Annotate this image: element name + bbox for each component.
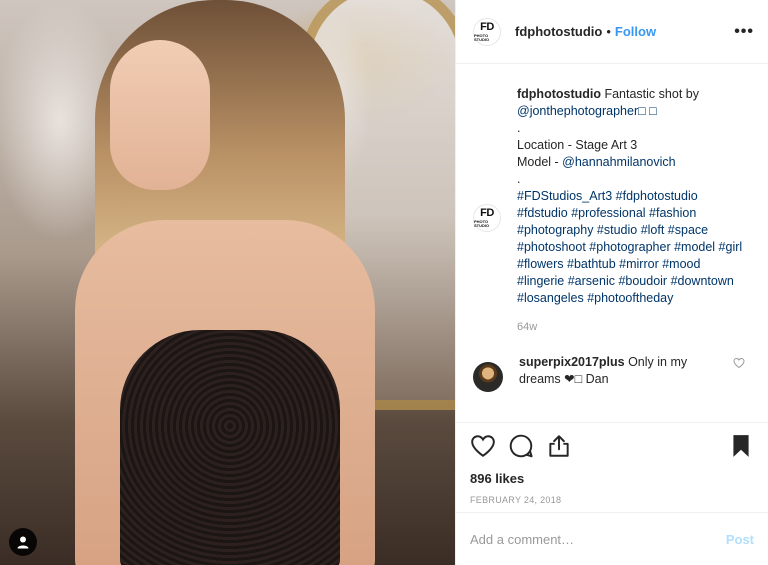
caption-mention-photographer[interactable]: @jonthephotographer□ □ (517, 104, 657, 118)
header-separator: • (606, 24, 611, 39)
avatar-logo-subtext: PHOTO STUDIO (474, 32, 490, 42)
caption-username[interactable]: fdphotostudio (517, 87, 601, 101)
comment-item: superpix2017plus Only in my dreams ❤□ Da… (473, 354, 748, 392)
instagram-post: FD PHOTO STUDIO fdphotostudio • Follow •… (0, 0, 768, 565)
photo-bodysuit (120, 330, 340, 565)
post-sidebar: FD PHOTO STUDIO fdphotostudio • Follow •… (455, 0, 768, 565)
share-upload-icon[interactable] (546, 433, 572, 459)
caption-text: Fantastic shot by (601, 87, 699, 101)
caption: FD PHOTO STUDIO fdphotostudio Fantastic … (473, 86, 748, 336)
post-header: FD PHOTO STUDIO fdphotostudio • Follow •… (456, 0, 768, 64)
bookmark-icon[interactable] (728, 433, 754, 459)
avatar[interactable]: FD PHOTO STUDIO (473, 17, 501, 46)
caption-dot: . (517, 121, 521, 135)
post-comment-button[interactable]: Post (726, 532, 754, 547)
add-comment-input[interactable] (470, 531, 726, 547)
caption-hashtags[interactable]: #FDStudios_Art3 #fdphotostudio #fdstudio… (517, 188, 748, 307)
caption-model-prefix: Model - (517, 155, 563, 169)
comment-username[interactable]: superpix2017plus (519, 355, 625, 369)
caption-dot: . (517, 172, 521, 186)
action-icons-row (470, 433, 754, 459)
avatar-logo-text: FD (480, 20, 494, 33)
caption-first-line: fdphotostudio Fantastic shot by @jonthep… (517, 86, 748, 120)
like-heart-icon[interactable] (470, 433, 496, 459)
caption-body: fdphotostudio Fantastic shot by @jonthep… (517, 86, 748, 336)
caption-location: Location - Stage Art 3 (517, 138, 638, 152)
likes-count[interactable]: 896 likes (470, 471, 754, 486)
person-icon (17, 536, 29, 549)
user-tag-button[interactable] (9, 528, 37, 556)
action-bar: 896 likes FEBRUARY 24, 2018 (456, 422, 768, 512)
avatar-logo-subtext: PHOTO STUDIO (474, 219, 490, 228)
caption-time-ago: 64w (517, 321, 538, 333)
comment-bubble-icon[interactable] (508, 433, 534, 459)
photo-face (110, 40, 210, 190)
caption-model-line: Model - @hannahmilanovich (517, 154, 748, 171)
more-options-icon[interactable]: ••• (734, 23, 754, 41)
comments-list[interactable]: FD PHOTO STUDIO fdphotostudio Fantastic … (456, 64, 768, 422)
caption-mention-model[interactable]: @hannahmilanovich (562, 155, 675, 169)
post-date: FEBRUARY 24, 2018 (470, 495, 562, 505)
comment-text: superpix2017plus Only in my dreams ❤□ Da… (519, 354, 725, 388)
comment-avatar[interactable] (473, 362, 503, 392)
follow-button[interactable]: Follow (615, 24, 656, 39)
caption-avatar[interactable]: FD PHOTO STUDIO (473, 204, 501, 232)
comment-composer: Post (456, 512, 768, 565)
post-photo[interactable] (0, 0, 455, 565)
avatar-logo-text: FD (480, 207, 494, 219)
header-username[interactable]: fdphotostudio (515, 24, 602, 39)
comment-like-heart-icon[interactable] (733, 357, 745, 369)
